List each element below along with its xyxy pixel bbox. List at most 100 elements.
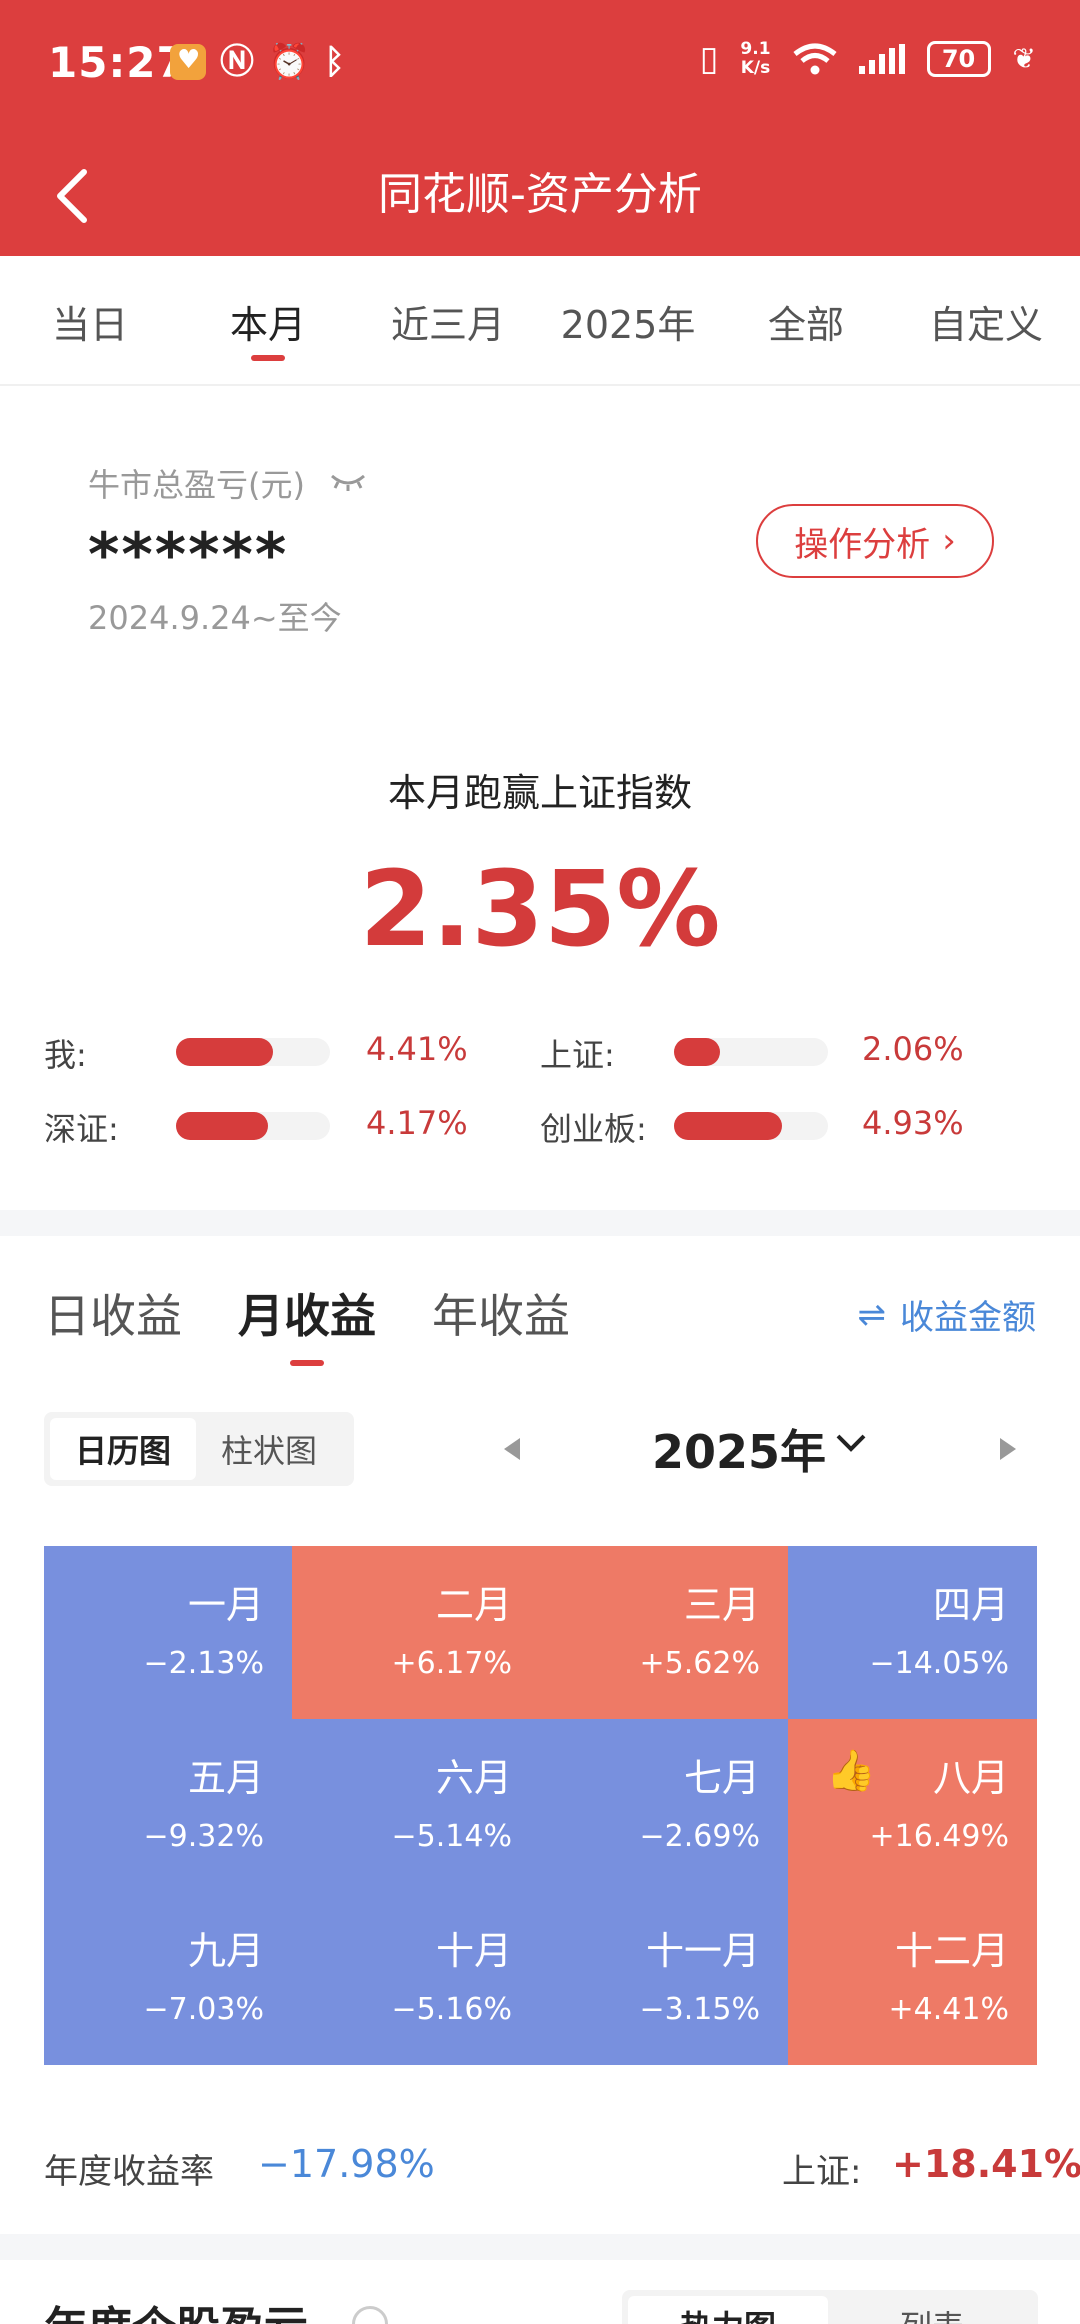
tab-today[interactable]: 当日 (0, 294, 180, 349)
battery-level: 70 (941, 45, 976, 73)
title-bar: 同花顺-资产分析 (0, 140, 1080, 250)
compare-bar-fill (176, 1038, 273, 1066)
calendar-view-button[interactable]: 日历图 (50, 1418, 196, 1480)
month-name: 四月 (932, 1583, 1009, 1627)
compare-cyb: 创业板: 4.93% (540, 1100, 1040, 1150)
compare-me: 我: 4.41% (44, 1026, 504, 1076)
month-cell[interactable]: 三月 +5.62% (540, 1546, 788, 1719)
next-year-icon[interactable] (996, 1434, 1020, 1464)
compare-sz: 深证: 4.17% (44, 1100, 504, 1150)
month-cell[interactable]: 四月 −14.05% (788, 1546, 1037, 1719)
month-name: 十月 (435, 1929, 512, 1973)
month-return: −3.15% (639, 1992, 760, 2027)
earnings-tab-indicator (290, 1360, 324, 1366)
month-cell[interactable]: 十月 −5.16% (292, 1892, 540, 2065)
tab-three-months[interactable]: 近三月 (358, 294, 538, 349)
month-cell[interactable]: 七月 −2.69% (540, 1719, 788, 1892)
month-name: 一月 (187, 1583, 264, 1627)
hide-eye-icon[interactable] (330, 470, 366, 492)
month-cell[interactable]: 👍 八月 +16.49% (788, 1719, 1037, 1892)
net-speed-unit: K/s (740, 58, 771, 78)
month-return: +5.62% (639, 1646, 760, 1681)
month-name: 二月 (435, 1583, 512, 1627)
compare-sh: 上证: 2.06% (540, 1026, 1040, 1076)
month-return: +16.49% (869, 1819, 1009, 1854)
month-cell[interactable]: 五月 −9.32% (44, 1719, 292, 1892)
help-icon[interactable] (352, 2306, 388, 2324)
month-return: −5.14% (391, 1819, 512, 1854)
month-name: 六月 (435, 1756, 512, 1800)
beat-index-value: 2.35% (359, 848, 721, 970)
month-name: 三月 (683, 1583, 760, 1627)
alarm-icon: ⏰ (268, 42, 311, 82)
month-name: 五月 (187, 1756, 264, 1800)
tab-this-month[interactable]: 本月 (178, 294, 358, 349)
net-speed-value: 9.1 (740, 39, 771, 59)
status-icons-left: Ⓝ ⏰ ᛒ (170, 44, 345, 80)
status-bar: 15:27 Ⓝ ⏰ ᛒ ▯ 9.1 K/s 70 ❦ (0, 0, 1080, 130)
prev-year-icon[interactable] (500, 1434, 524, 1464)
stock-pnl-title: 年度个股盈亏 (44, 2292, 308, 2324)
chevron-down-icon[interactable] (834, 1430, 868, 1456)
compare-bar-fill (176, 1112, 268, 1140)
top-bar: 15:27 Ⓝ ⏰ ᛒ ▯ 9.1 K/s 70 ❦ (0, 0, 1080, 256)
monthly-heatmap: 一月 −2.13% 二月 +6.17% 三月 +5.62% 四月 −14.05% 五月 −9.32… (44, 1546, 1037, 2065)
compare-label: 上证: (540, 1036, 615, 1074)
list-view-button[interactable]: 列表 (832, 2296, 1032, 2324)
section-divider (0, 1210, 1080, 1236)
compare-label: 创业板: (540, 1110, 647, 1148)
year-selector[interactable]: 2025年 (652, 1416, 826, 1482)
bar-view-button[interactable]: 柱状图 (196, 1418, 342, 1480)
operation-analysis-button[interactable]: 操作分析 › (756, 504, 994, 578)
month-name: 十一月 (645, 1929, 760, 1973)
period-tabs: 当日 本月 近三月 2025年 全部 自定义 (0, 256, 1080, 386)
status-icons-right: ▯ 9.1 K/s 70 ❦ (700, 40, 1036, 78)
month-cell[interactable]: 十一月 −3.15% (540, 1892, 788, 2065)
health-app-icon (170, 44, 206, 80)
month-name: 九月 (187, 1929, 264, 1973)
nfc-icon: Ⓝ (220, 42, 254, 82)
tab-year-2025[interactable]: 2025年 (538, 294, 718, 349)
tab-custom[interactable]: 自定义 (896, 294, 1076, 349)
tab-monthly-earnings[interactable]: 月收益 (238, 1280, 376, 1346)
month-cell[interactable]: 六月 −5.14% (292, 1719, 540, 1892)
month-cell[interactable]: 二月 +6.17% (292, 1546, 540, 1719)
month-return: −2.13% (143, 1646, 264, 1681)
bottom-view-switch: 热力图 列表 (622, 2290, 1038, 2324)
signal-icon (858, 44, 905, 74)
month-cell[interactable]: 一月 −2.13% (44, 1546, 292, 1719)
tab-yearly-earnings[interactable]: 年收益 (432, 1280, 570, 1346)
month-return: −7.03% (143, 1992, 264, 2027)
annual-return-label: 年度收益率 (44, 2152, 214, 2192)
amount-toggle-button[interactable]: ⇌ 收益金额 (858, 1290, 1037, 1339)
month-return: +4.41% (888, 1992, 1009, 2027)
month-cell[interactable]: 十二月 +4.41% (788, 1892, 1037, 2065)
compare-bar (176, 1112, 330, 1140)
tab-all[interactable]: 全部 (716, 294, 896, 349)
wifi-icon (792, 43, 837, 75)
leaf-icon: ❦ (1012, 42, 1036, 75)
sh-return-value: +18.41% (892, 2142, 1080, 2186)
thumbs-up-icon: 👍 (826, 1748, 876, 1794)
month-return: +6.17% (391, 1646, 512, 1681)
month-return: −14.05% (869, 1646, 1009, 1681)
beat-index-title: 本月跑赢上证指数 (387, 771, 692, 815)
heatmap-view-button[interactable]: 热力图 (628, 2296, 828, 2324)
section-divider (0, 2234, 1080, 2260)
date-range: 2024.9.24~至今 (88, 599, 342, 637)
vibrate-icon: ▯ (699, 39, 719, 79)
compare-value: 4.17% (366, 1104, 468, 1142)
view-switch: 日历图 柱状图 (44, 1412, 354, 1486)
annual-return-value: −17.98% (258, 2142, 435, 2186)
swap-icon: ⇌ (857, 1294, 887, 1335)
battery-icon: 70 (926, 41, 991, 77)
compare-bar (176, 1038, 330, 1066)
operation-analysis-label: 操作分析 (794, 524, 931, 565)
month-name: 八月 (932, 1756, 1009, 1800)
status-time: 15:27 (48, 38, 187, 87)
month-cell[interactable]: 九月 −7.03% (44, 1892, 292, 2065)
compare-value: 4.93% (862, 1104, 964, 1142)
chevron-right-icon: › (942, 521, 956, 561)
compare-label: 深证: (44, 1110, 119, 1148)
tab-daily-earnings[interactable]: 日收益 (44, 1280, 182, 1346)
